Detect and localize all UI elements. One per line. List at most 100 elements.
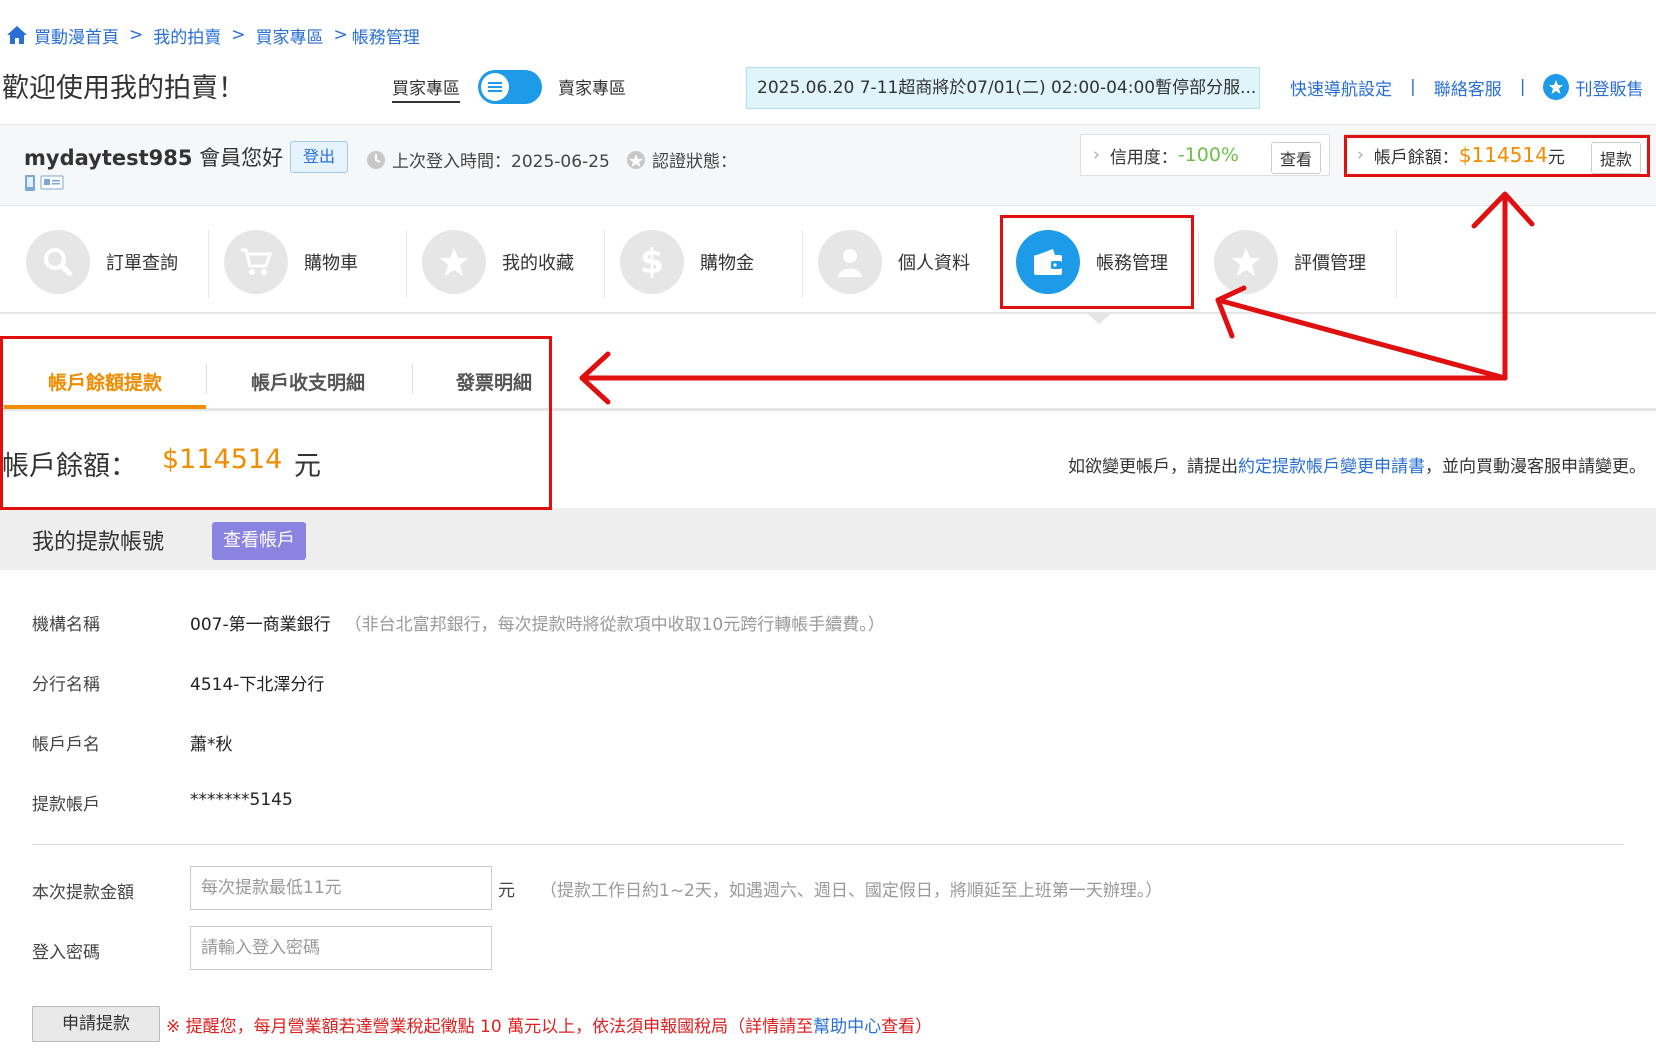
phone-icon [25, 175, 35, 191]
section-divider [32, 844, 1624, 845]
tab-balance-withdraw[interactable]: 帳戶餘額提款 [4, 368, 206, 409]
bank-name-text: 007-第一商業銀行 [190, 615, 331, 635]
nav-divider [1396, 230, 1397, 298]
user-icon [818, 230, 882, 294]
wallet-icon [1016, 230, 1080, 294]
tab-account-statement[interactable]: 帳戶收支明細 [218, 368, 398, 405]
last-login-text: 上次登入時間：2025-06-25 [392, 152, 610, 172]
nav-divider [1198, 230, 1199, 298]
nav-item-favorites[interactable]: 我的收藏 [422, 226, 574, 298]
view-account-button[interactable]: 查看帳戶 [212, 522, 306, 560]
member-hello: 會員您好 [192, 146, 284, 170]
change-note-prefix: 如欲變更帳戶，請提出 [1068, 457, 1238, 477]
breadcrumb-separator: > [129, 25, 144, 45]
withdraw-account-value: *******5145 [190, 790, 293, 810]
nav-item-profile[interactable]: 個人資料 [818, 226, 970, 298]
bank-name-label: 機構名稱 [32, 615, 100, 635]
search-icon [26, 230, 90, 294]
account-nav: 訂單查詢 購物車 我的收藏 $ 購物金 個人資料 帳務管理 評價管理 [0, 212, 1656, 314]
breadcrumb-item-buyer-zone[interactable]: 買家專區 [256, 23, 324, 48]
branch-name-label: 分行名稱 [32, 675, 100, 695]
member-username: mydaytest985 [24, 146, 193, 170]
toggle-knob [481, 73, 509, 101]
star-icon [422, 230, 486, 294]
nav-item-order-query[interactable]: 訂單查詢 [26, 226, 178, 298]
nav-divider [802, 230, 803, 298]
tab-invoice-details[interactable]: 發票明細 [426, 368, 562, 405]
zone-toggle[interactable] [478, 70, 542, 104]
top-links: 快速導航設定 | 聯絡客服 | 刊登販售 [1290, 74, 1643, 100]
tax-reminder: ※ 提醒您，每月營業額若達營業稅起徵點 10 萬元以上，依法須申報國稅局（詳情請… [166, 1012, 932, 1037]
withdraw-amount-input[interactable] [190, 866, 492, 910]
logout-button[interactable]: 登出 [290, 141, 348, 173]
balance-value: $114514 [1458, 143, 1548, 167]
nav-label: 購物車 [304, 253, 358, 274]
account-change-form-link[interactable]: 約定提款帳戶變更申請書 [1238, 457, 1425, 477]
nav-label: 訂單查詢 [106, 253, 178, 274]
balance-label: 帳戶餘額： [1373, 147, 1459, 168]
tax-reminder-prefix: ※ 提醒您，每月營業額若達營業稅起徵點 10 萬元以上，依法須申報國稅局（詳情請… [166, 1017, 814, 1037]
certification-status: 認證狀態： [626, 147, 737, 172]
credit-view-button[interactable]: 查看 [1270, 142, 1321, 174]
active-nav-pointer [1085, 312, 1113, 324]
last-login: 上次登入時間：2025-06-25 [366, 147, 610, 172]
nav-label: 購物金 [700, 253, 754, 274]
buyer-zone-link[interactable]: 買家專區 [392, 74, 460, 103]
withdraw-button[interactable]: 提款 [1590, 142, 1641, 174]
balance-heading-amount: $114514 [162, 444, 283, 475]
nav-divider [1000, 230, 1001, 298]
nav-divider [406, 230, 407, 298]
badge-icon [627, 150, 645, 169]
balance-heading-unit: 元 [294, 451, 321, 482]
nav-item-accounting[interactable]: 帳務管理 [1016, 226, 1168, 298]
nav-label: 個人資料 [898, 253, 970, 274]
clock-icon [367, 150, 385, 169]
quick-nav-settings-link[interactable]: 快速導航設定 [1290, 75, 1392, 100]
nav-item-ratings[interactable]: 評價管理 [1214, 226, 1366, 298]
link-divider: | [1410, 77, 1416, 97]
cart-icon [224, 230, 288, 294]
credit-value: -100% [1177, 144, 1239, 166]
nav-item-cart[interactable]: 購物車 [224, 226, 358, 298]
certification-label: 認證狀態： [652, 152, 737, 172]
contact-support-link[interactable]: 聯絡客服 [1434, 75, 1502, 100]
withdraw-amount-unit: 元 [498, 881, 515, 901]
withdraw-amount-label: 本次提款金額 [32, 883, 134, 903]
tab-divider [206, 364, 207, 394]
breadcrumb-separator: > [231, 25, 246, 45]
login-password-input[interactable] [190, 926, 492, 970]
help-center-link[interactable]: 幫助中心 [813, 1017, 881, 1037]
breadcrumb-item-home[interactable]: 買動漫首頁 [34, 23, 119, 48]
star-icon [1543, 74, 1570, 100]
link-divider: | [1519, 77, 1526, 97]
welcome-title: 歡迎使用我的拍賣！ [2, 73, 245, 104]
change-note-suffix: ，並向買動漫客服申請變更。 [1425, 457, 1646, 477]
account-holder-label: 帳戶戶名 [32, 735, 100, 755]
seller-zone-link[interactable]: 賣家專區 [558, 74, 626, 99]
nav-label: 評價管理 [1294, 253, 1366, 274]
nav-divider [604, 230, 605, 298]
nav-label: 我的收藏 [502, 253, 574, 274]
credit-box: › 信用度： -100% 查看 [1080, 134, 1330, 176]
apply-withdraw-button[interactable]: 申請提款 [32, 1006, 160, 1042]
tab-divider [412, 364, 413, 394]
bank-fee-note: （非台北富邦銀行，每次提款時將從款項中收取10元跨行轉帳手續費。） [344, 615, 885, 635]
breadcrumb-item-my-auction[interactable]: 我的拍賣 [153, 23, 221, 48]
menu-lines-icon [488, 82, 502, 92]
member-greeting: mydaytest985 會員您好 [24, 142, 283, 172]
announcement-banner[interactable]: 2025.06.20 7-11超商將於07/01(二) 02:00-04:00暫… [746, 67, 1260, 109]
home-icon[interactable] [6, 25, 28, 45]
nav-divider [208, 230, 209, 298]
post-sale-link[interactable]: 刊登販售 [1575, 75, 1643, 100]
chevron-right-icon: › [1357, 145, 1364, 165]
member-verification-icons [24, 174, 64, 192]
breadcrumb-item-accounting[interactable]: 帳務管理 [352, 23, 420, 48]
tax-reminder-suffix: 查看） [881, 1017, 933, 1037]
dollar-icon: $ [620, 230, 684, 294]
breadcrumb: 買動漫首頁 > 我的拍賣 > 買家專區 > 帳務管理 [6, 22, 420, 48]
account-change-note: 如欲變更帳戶，請提出約定提款帳戶變更申請書，並向買動漫客服申請變更。 [1068, 452, 1646, 477]
withdraw-processing-note: （提款工作日約1~2天，如遇週六、週日、國定假日，將順延至上班第一天辦理。） [540, 881, 1163, 901]
account-holder-value: 蕭*秋 [190, 735, 233, 755]
nav-item-shopping-credit[interactable]: $ 購物金 [620, 226, 754, 298]
accounting-tabs: 帳戶餘額提款 帳戶收支明細 發票明細 [0, 358, 1656, 411]
